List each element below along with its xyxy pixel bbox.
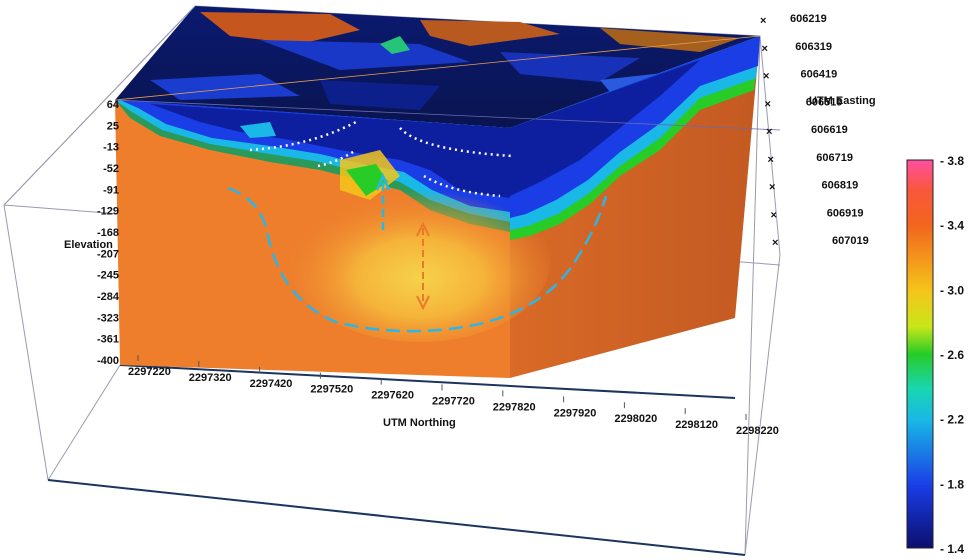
easting-tick-mark: × <box>768 154 774 166</box>
elevation-tick-label: -323 <box>97 312 119 324</box>
elevation-tick-label: -91 <box>103 184 119 196</box>
easting-tick-label: 606319 <box>795 41 832 53</box>
northing-tick-label: 2297620 <box>371 390 414 402</box>
easting-axis-label: UTM Easting <box>809 95 876 107</box>
easting-tick-mark: × <box>762 43 768 55</box>
easting-tick-mark: × <box>771 209 777 221</box>
northing-tick-label: 2298120 <box>675 419 718 431</box>
easting-axis: 606219×606319×606419×606519×606619×60671… <box>760 13 869 249</box>
northing-tick-label: 2298220 <box>736 425 779 437</box>
easting-tick-label: 607019 <box>832 235 869 247</box>
elevation-tick-label: 64 <box>107 99 120 111</box>
elevation-tick-label: -400 <box>97 355 119 367</box>
elevation-tick-label: -361 <box>97 334 119 346</box>
colorbar-labels: - 3.8 - 3.4 - 3.0 - 2.6 - 2.2 - 1.8 - 1.4 <box>940 154 964 556</box>
easting-tick-label: 606919 <box>827 207 864 219</box>
colorbar: - 3.8 - 3.4 - 3.0 - 2.6 - 2.2 - 1.8 - 1.4 <box>906 154 964 556</box>
northing-tick-label: 2297220 <box>128 366 171 378</box>
colorbar-tick-label: - 1.4 <box>940 542 964 556</box>
easting-tick-mark: × <box>763 71 769 83</box>
elevation-tick-label: -52 <box>103 163 119 175</box>
elevation-tick-label: -168 <box>97 227 119 239</box>
easting-tick-label: 606219 <box>790 13 827 25</box>
northing-tick-label: 2297320 <box>189 372 232 384</box>
northing-tick-label: 2297520 <box>310 384 353 396</box>
3d-resistivity-model: 6425-13-52-91-129-168-207-245-284-323-36… <box>3 5 964 556</box>
easting-tick-label: 606419 <box>801 69 838 81</box>
northing-tick-label: 2297920 <box>554 407 597 419</box>
colorbar-tick-label: - 3.8 <box>940 154 964 168</box>
colorbar-tick-label: - 3.4 <box>940 219 964 233</box>
elevation-tick-label: -13 <box>103 142 119 154</box>
colorbar-tick-label: - 2.2 <box>940 413 964 427</box>
colorbar-tick-label: - 1.8 <box>940 477 964 491</box>
northing-tick-label: 2297820 <box>493 401 536 413</box>
easting-tick-label: 606619 <box>811 124 848 136</box>
colorbar-tick-label: - 3.0 <box>940 283 964 297</box>
easting-tick-mark: × <box>772 237 778 249</box>
northing-axis-label: UTM Northing <box>383 417 456 429</box>
easting-tick-label: 606719 <box>816 152 853 164</box>
elevation-tick-label: 25 <box>107 120 119 132</box>
colorbar-tick-label: - 2.6 <box>940 348 964 362</box>
northing-tick-label: 2297720 <box>432 396 475 408</box>
elevation-tick-label: -284 <box>97 291 120 303</box>
easting-tick-mark: × <box>769 182 775 194</box>
elevation-tick-label: -245 <box>97 270 119 282</box>
easting-tick-mark: × <box>766 126 772 138</box>
easting-tick-mark: × <box>760 15 766 27</box>
colorbar-gradient <box>906 159 934 549</box>
easting-tick-label: 606819 <box>822 180 859 192</box>
elevation-tick-label: -129 <box>97 206 119 218</box>
elevation-axis-label: Elevation <box>64 239 113 251</box>
northing-tick-label: 2298020 <box>614 413 657 425</box>
northing-tick-label: 2297420 <box>250 378 293 390</box>
easting-tick-mark: × <box>765 98 771 110</box>
